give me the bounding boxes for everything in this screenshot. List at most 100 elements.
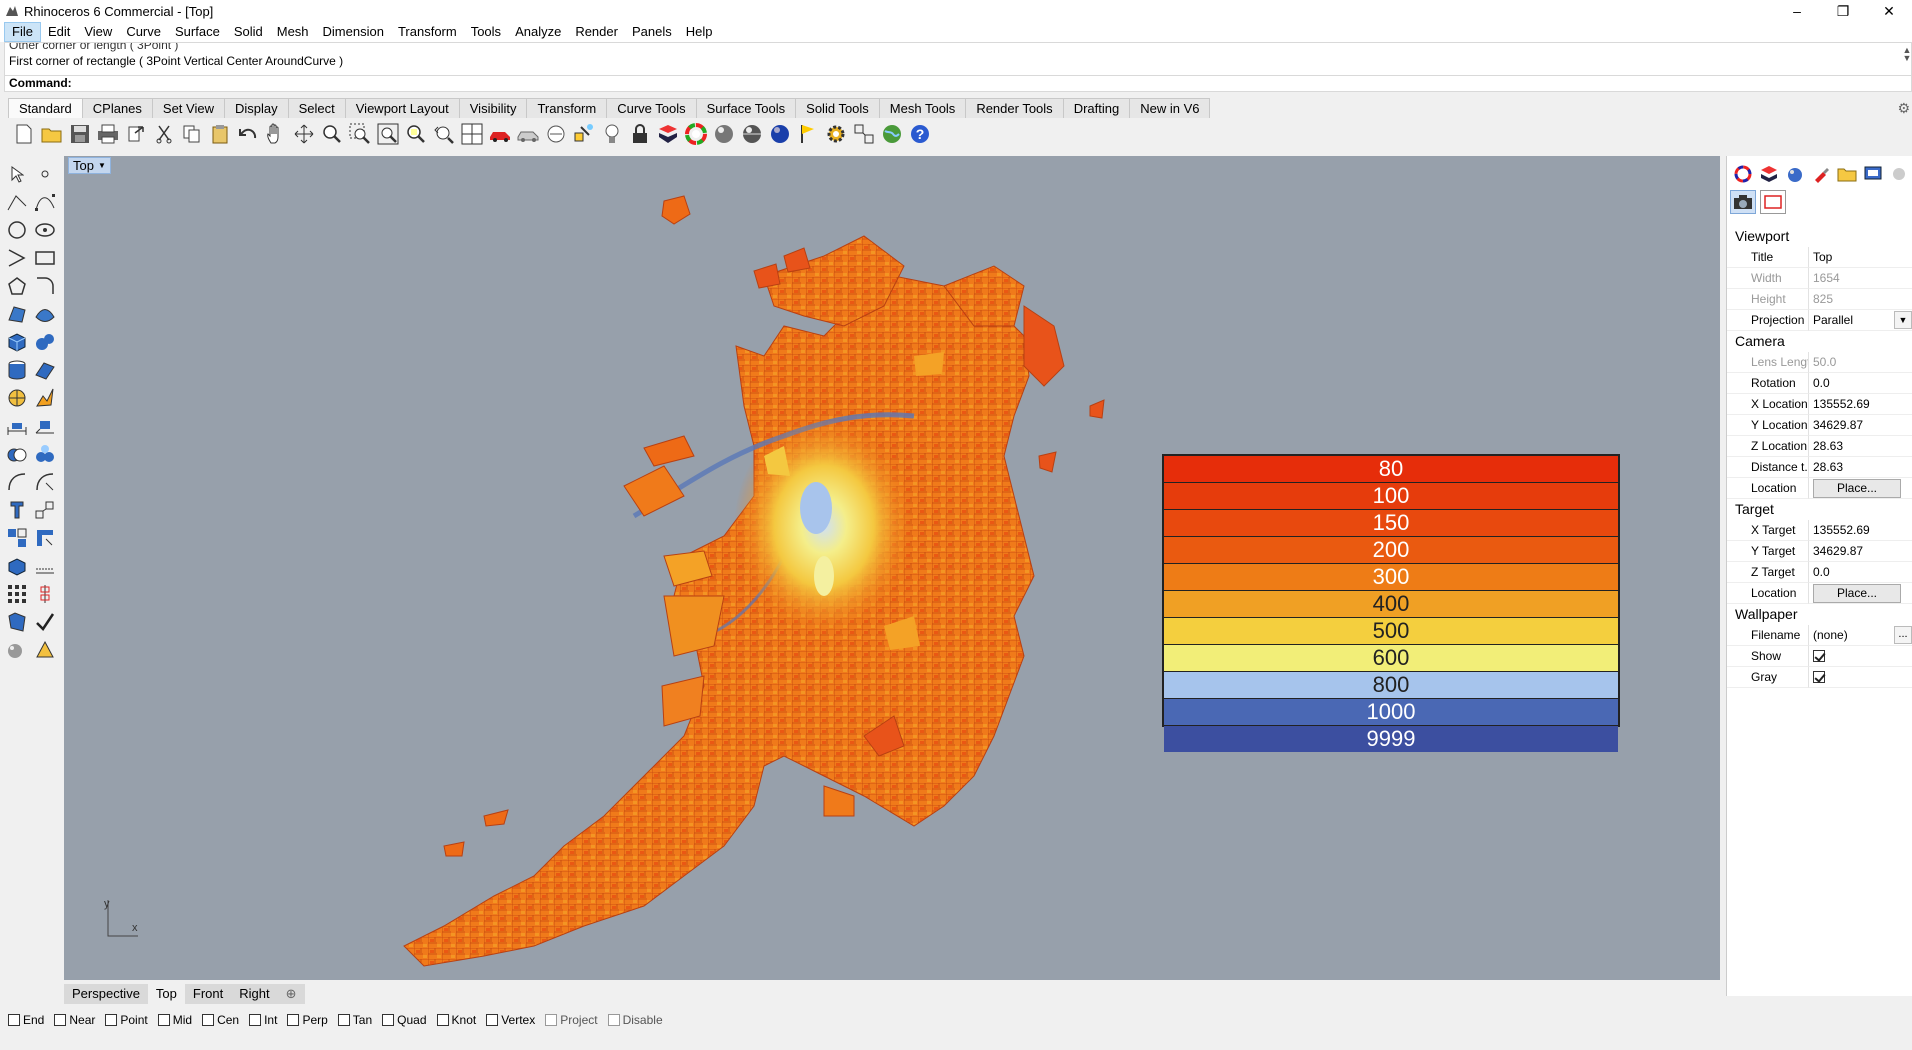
print-icon[interactable] bbox=[96, 122, 120, 146]
folder-icon[interactable] bbox=[1836, 163, 1858, 185]
checkbox[interactable] bbox=[157, 1014, 170, 1026]
camera-icon[interactable] bbox=[1730, 190, 1756, 214]
save-icon[interactable] bbox=[68, 122, 92, 146]
viewport-title-tab[interactable]: Top ▼ bbox=[68, 157, 111, 174]
zoom-dynamic-icon[interactable] bbox=[320, 122, 344, 146]
menu-mesh[interactable]: Mesh bbox=[270, 22, 316, 42]
osnap-point[interactable]: Point bbox=[105, 1013, 148, 1027]
tab-standard[interactable]: Standard bbox=[8, 98, 83, 118]
analyze-icon[interactable] bbox=[6, 611, 28, 633]
check-icon[interactable] bbox=[34, 611, 56, 633]
tab-visibility[interactable]: Visibility bbox=[458, 98, 528, 118]
material-icon[interactable] bbox=[34, 639, 56, 661]
boolean-icon[interactable] bbox=[6, 443, 28, 465]
globe-icon[interactable] bbox=[880, 122, 904, 146]
checkbox[interactable] bbox=[607, 1014, 620, 1026]
new-file-icon[interactable] bbox=[12, 122, 36, 146]
tab-perspective[interactable]: Perspective bbox=[64, 984, 148, 1004]
light-bulb-icon[interactable] bbox=[600, 122, 624, 146]
prop-title-value[interactable]: Top bbox=[1809, 247, 1912, 268]
render-icon[interactable] bbox=[6, 639, 28, 661]
checkbox[interactable] bbox=[8, 1014, 20, 1026]
prop-xloc-value[interactable]: 135552.69 bbox=[1809, 394, 1912, 415]
dimension-icon[interactable] bbox=[6, 415, 28, 437]
checkbox[interactable] bbox=[105, 1014, 118, 1026]
zoom-window-icon[interactable] bbox=[348, 122, 372, 146]
tab-surface-tools[interactable]: Surface Tools bbox=[695, 98, 797, 118]
ellipse-icon[interactable] bbox=[34, 219, 56, 241]
zoom-selected-icon[interactable] bbox=[404, 122, 428, 146]
menu-file[interactable]: File bbox=[4, 22, 41, 42]
projection-select[interactable]: Parallel ▼ bbox=[1809, 310, 1912, 331]
osnap-mid[interactable]: Mid bbox=[157, 1013, 192, 1027]
rectangle-icon[interactable] bbox=[34, 247, 56, 269]
osnap-near[interactable]: Near bbox=[54, 1013, 95, 1027]
circle-icon[interactable] bbox=[6, 219, 28, 241]
menu-dimension[interactable]: Dimension bbox=[316, 22, 391, 42]
menu-view[interactable]: View bbox=[77, 22, 119, 42]
pan-hand-icon[interactable] bbox=[264, 122, 288, 146]
plane-icon[interactable] bbox=[34, 359, 56, 381]
show-checkbox[interactable] bbox=[1813, 650, 1825, 662]
grid-snap-icon[interactable] bbox=[852, 122, 876, 146]
tab-top[interactable]: Top bbox=[147, 984, 185, 1004]
copy-icon[interactable] bbox=[180, 122, 204, 146]
rotate-view-icon[interactable] bbox=[292, 122, 316, 146]
render-material-icon[interactable] bbox=[1784, 163, 1806, 185]
camera-place-button[interactable]: Place... bbox=[1813, 479, 1901, 498]
undo-icon[interactable] bbox=[236, 122, 260, 146]
array-icon[interactable] bbox=[6, 583, 28, 605]
tab-transform[interactable]: Transform bbox=[526, 98, 608, 118]
paste-icon[interactable] bbox=[208, 122, 232, 146]
command-history-scrollbar[interactable]: ▲ ▼ bbox=[1902, 46, 1912, 74]
checkbox[interactable] bbox=[486, 1014, 499, 1026]
flag-icon[interactable] bbox=[796, 122, 820, 146]
prop-ztarget-value[interactable]: 0.0 bbox=[1809, 562, 1912, 583]
boolean-union-icon[interactable] bbox=[34, 443, 56, 465]
menu-transform[interactable]: Transform bbox=[391, 22, 464, 42]
tab-drafting[interactable]: Drafting bbox=[1062, 98, 1131, 118]
viewport-frame-icon[interactable] bbox=[1760, 190, 1786, 214]
lock-icon[interactable] bbox=[628, 122, 652, 146]
tab-render-tools[interactable]: Render Tools bbox=[965, 98, 1064, 118]
osnap-int[interactable]: Int bbox=[249, 1013, 277, 1027]
tab-curve-tools[interactable]: Curve Tools bbox=[606, 98, 697, 118]
prop-filename-value[interactable]: (none)... bbox=[1809, 625, 1912, 646]
trim-icon[interactable] bbox=[6, 471, 28, 493]
help-icon[interactable]: ? bbox=[908, 122, 932, 146]
checkbox[interactable] bbox=[287, 1014, 300, 1026]
fillet-icon[interactable] bbox=[34, 275, 56, 297]
block-icon[interactable] bbox=[34, 583, 56, 605]
render-sphere-icon[interactable] bbox=[740, 122, 764, 146]
arc-icon[interactable] bbox=[6, 247, 28, 269]
brush-icon[interactable] bbox=[1810, 163, 1832, 185]
explode-icon[interactable] bbox=[34, 387, 56, 409]
tab-new-in-v6[interactable]: New in V6 bbox=[1129, 98, 1211, 118]
color-wheel-icon[interactable] bbox=[1732, 163, 1754, 185]
gear-icon[interactable]: ⚙ bbox=[1897, 100, 1910, 117]
prop-zloc-value[interactable]: 28.63 bbox=[1809, 436, 1912, 457]
osnap-perp[interactable]: Perp bbox=[287, 1013, 328, 1027]
tab-select[interactable]: Select bbox=[287, 98, 346, 118]
point-icon[interactable] bbox=[34, 163, 56, 185]
export-icon[interactable] bbox=[124, 122, 148, 146]
car-render-icon[interactable] bbox=[488, 122, 512, 146]
menu-edit[interactable]: Edit bbox=[41, 22, 77, 42]
checkbox[interactable] bbox=[54, 1014, 67, 1026]
menu-panels[interactable]: Panels bbox=[625, 22, 679, 42]
menu-solid[interactable]: Solid bbox=[227, 22, 270, 42]
menu-curve[interactable]: Curve bbox=[119, 22, 168, 42]
checkbox[interactable] bbox=[202, 1014, 215, 1026]
chevron-down-icon[interactable]: ▼ bbox=[1894, 311, 1912, 329]
tab-display[interactable]: Display bbox=[223, 98, 289, 118]
prop-distance-value[interactable]: 28.63 bbox=[1809, 457, 1912, 478]
viewport-menu-arrow-icon[interactable]: ▼ bbox=[98, 158, 106, 173]
menu-surface[interactable]: Surface bbox=[168, 22, 227, 42]
command-prompt[interactable]: Command: bbox=[4, 75, 1912, 92]
osnap-quad[interactable]: Quad bbox=[382, 1013, 427, 1027]
tab-front[interactable]: Front bbox=[185, 984, 231, 1004]
add-viewport-tab-icon[interactable]: ⊕ bbox=[278, 984, 305, 1004]
rotate-icon[interactable] bbox=[34, 527, 56, 549]
menu-help[interactable]: Help bbox=[679, 22, 720, 42]
zoom-extents-icon[interactable] bbox=[376, 122, 400, 146]
